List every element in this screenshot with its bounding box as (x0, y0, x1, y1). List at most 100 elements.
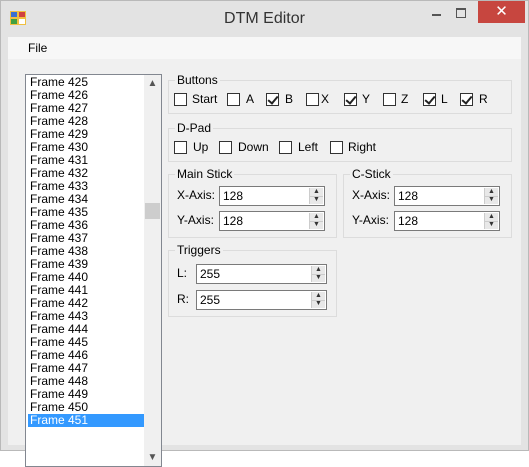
buttons-label-b[interactable]: B (285, 92, 293, 106)
trigger-l-spinner[interactable]: ▲ ▼ (311, 266, 325, 282)
frame-list-item[interactable]: Frame 425 (28, 76, 147, 89)
buttons-checkbox-start[interactable] (174, 93, 187, 106)
frame-list[interactable]: Frame 451 Frame 450 Frame 449 Frame 448 Fram… (25, 74, 162, 467)
c-stick-x-spinner[interactable]: ▲ ▼ (484, 188, 498, 204)
dpad-checkbox-up[interactable] (174, 141, 187, 154)
triggers-group: Triggers L: 255 ▲ ▼ R: 255 ▲ ▼ (168, 244, 337, 317)
main-stick-x-value: 128 (223, 189, 244, 203)
scroll-down-icon[interactable]: ▼ (144, 449, 161, 466)
main-stick-y-input[interactable]: 128 ▲ ▼ (219, 211, 325, 231)
frame-list-item[interactable]: Frame 429 (28, 128, 147, 141)
main-stick-y-value: 128 (223, 214, 244, 228)
c-stick-group: C-Stick X-Axis: 128 ▲ ▼ Y-Axis: 128 ▲ ▼ (343, 168, 512, 238)
spin-down-icon[interactable]: ▼ (485, 221, 498, 229)
title-bar[interactable]: DTM Editor ✕ (1, 1, 528, 37)
trigger-l-value: 255 (200, 267, 221, 281)
buttons-label-l[interactable]: L (441, 92, 448, 106)
dpad-checkbox-left[interactable] (279, 141, 292, 154)
buttons-checkbox-b[interactable] (266, 93, 279, 106)
frame-list-item[interactable]: Frame 444 (28, 323, 147, 336)
close-icon: ✕ (495, 3, 508, 20)
frame-list-item[interactable]: Frame 433 (28, 180, 147, 193)
frame-list-item[interactable]: Frame 436 (28, 219, 147, 232)
buttons-checkbox-x[interactable] (306, 93, 319, 106)
buttons-checkbox-r[interactable] (460, 93, 473, 106)
c-stick-y-input[interactable]: 128 ▲ ▼ (394, 211, 500, 231)
spin-down-icon[interactable]: ▼ (312, 300, 325, 308)
scroll-thumb[interactable] (145, 203, 160, 219)
buttons-checkbox-l[interactable] (423, 93, 436, 106)
c-stick-label: C-Stick (350, 167, 393, 181)
frame-list-item[interactable]: Frame 437 (28, 232, 147, 245)
frame-list-item[interactable]: Frame 448 (28, 375, 147, 388)
frame-list-item[interactable]: Frame 432 (28, 167, 147, 180)
c-stick-x-label: X-Axis: (352, 188, 391, 202)
dpad-group: D-Pad Up Down Left Right (168, 122, 512, 162)
dtm-editor-window: DTM Editor ✕ File Frame 451 Frame 450 Fram… (0, 0, 529, 467)
frame-list-item[interactable]: Frame 451 (28, 414, 147, 427)
frame-list-item[interactable]: Frame 428 (28, 115, 147, 128)
dpad-group-label: D-Pad (175, 121, 214, 135)
spin-down-icon[interactable]: ▼ (310, 196, 323, 204)
trigger-l-label: L: (177, 266, 188, 280)
frame-list-item[interactable]: Frame 449 (28, 388, 147, 401)
buttons-label-x[interactable]: X (321, 92, 329, 106)
frame-list-item[interactable]: Frame 426 (28, 89, 147, 102)
buttons-label-y[interactable]: Y (362, 92, 370, 106)
dpad-checkbox-down[interactable] (219, 141, 232, 154)
trigger-l-input[interactable]: 255 ▲ ▼ (196, 264, 327, 284)
buttons-group-label: Buttons (175, 73, 220, 87)
buttons-label-start[interactable]: Start (192, 92, 217, 106)
main-stick-x-input[interactable]: 128 ▲ ▼ (219, 186, 325, 206)
frame-list-item[interactable]: Frame 450 (28, 401, 147, 414)
frame-list-scrollbar[interactable]: ▲ ▼ (144, 75, 161, 466)
c-stick-x-input[interactable]: 128 ▲ ▼ (394, 186, 500, 206)
window-title: DTM Editor (224, 10, 305, 27)
frame-list-item[interactable]: Frame 434 (28, 193, 147, 206)
frame-list-item[interactable]: Frame 441 (28, 284, 147, 297)
dpad-checkbox-right[interactable] (330, 141, 343, 154)
spin-down-icon[interactable]: ▼ (485, 196, 498, 204)
c-stick-y-spinner[interactable]: ▲ ▼ (484, 213, 498, 229)
dpad-label-down[interactable]: Down (238, 140, 269, 154)
client-area: File Frame 451 Frame 450 Frame 449 Frame 44… (8, 37, 521, 467)
trigger-r-spinner[interactable]: ▲ ▼ (311, 292, 325, 308)
main-stick-y-spinner[interactable]: ▲ ▼ (309, 213, 323, 229)
buttons-checkbox-z[interactable] (383, 93, 396, 106)
frame-list-item[interactable]: Frame 440 (28, 271, 147, 284)
frame-list-item[interactable]: Frame 427 (28, 102, 147, 115)
frame-list-item[interactable]: Frame 447 (28, 362, 147, 375)
menu-file[interactable]: File (28, 41, 47, 55)
frame-list-item[interactable]: Frame 446 (28, 349, 147, 362)
buttons-label-r[interactable]: R (479, 92, 488, 106)
trigger-r-value: 255 (200, 293, 221, 307)
c-stick-y-label: Y-Axis: (352, 213, 389, 227)
dpad-label-up[interactable]: Up (193, 140, 208, 154)
buttons-label-z[interactable]: Z (401, 92, 408, 106)
minimize-icon (432, 14, 441, 16)
spin-down-icon[interactable]: ▼ (312, 274, 325, 282)
spin-down-icon[interactable]: ▼ (310, 221, 323, 229)
frame-list-item[interactable]: Frame 445 (28, 336, 147, 349)
dpad-label-right[interactable]: Right (348, 140, 376, 154)
close-button[interactable]: ✕ (478, 1, 525, 23)
dpad-label-left[interactable]: Left (298, 140, 318, 154)
trigger-r-input[interactable]: 255 ▲ ▼ (196, 290, 327, 310)
minimize-button[interactable] (425, 1, 448, 23)
buttons-checkbox-y[interactable] (344, 93, 357, 106)
frame-list-item[interactable]: Frame 430 (28, 141, 147, 154)
frame-list-item[interactable]: Frame 439 (28, 258, 147, 271)
scroll-up-icon[interactable]: ▲ (144, 75, 161, 92)
maximize-icon (456, 8, 466, 18)
buttons-checkbox-a[interactable] (227, 93, 240, 106)
maximize-button[interactable] (450, 1, 473, 23)
frame-list-item[interactable]: Frame 443 (28, 310, 147, 323)
main-stick-x-label: X-Axis: (177, 188, 216, 202)
frame-list-item[interactable]: Frame 438 (28, 245, 147, 258)
buttons-label-a[interactable]: A (246, 92, 254, 106)
main-stick-label: Main Stick (175, 167, 235, 181)
main-stick-x-spinner[interactable]: ▲ ▼ (309, 188, 323, 204)
frame-list-item[interactable]: Frame 442 (28, 297, 147, 310)
frame-list-item[interactable]: Frame 431 (28, 154, 147, 167)
frame-list-item[interactable]: Frame 435 (28, 206, 147, 219)
